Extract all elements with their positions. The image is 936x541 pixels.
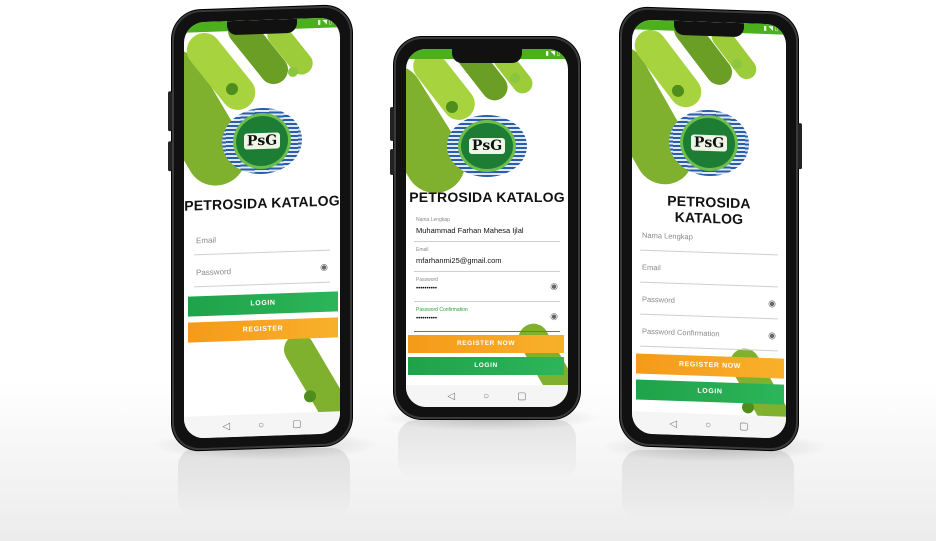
email-field[interactable]: Email xyxy=(640,253,778,288)
status-icons: ▮ ◥ ▯ xyxy=(545,51,560,57)
power-button xyxy=(390,149,394,175)
status-icons: ▮ ◥ ▯ xyxy=(763,25,778,33)
power-button xyxy=(798,123,802,170)
decor-dot xyxy=(510,73,520,83)
eye-icon[interactable]: ◉ xyxy=(320,262,328,273)
app-title: PETROSIDA KATALOG xyxy=(184,192,340,214)
password-confirmation-field[interactable]: Password Confirmation •••••••••• ◉ xyxy=(414,305,560,332)
back-icon[interactable]: ◁ xyxy=(447,391,455,402)
fullname-placeholder: Nama Lengkap xyxy=(642,230,693,242)
password-confirmation-label: Password Confirmation xyxy=(416,307,468,313)
password-label: Password xyxy=(416,277,438,283)
android-nav-bar: ◁ ○ ▢ xyxy=(184,411,340,439)
password-field[interactable]: Password •••••••••• ◉ xyxy=(414,275,560,302)
power-button xyxy=(168,141,172,172)
recent-apps-icon[interactable]: ▢ xyxy=(739,421,748,432)
eye-icon[interactable]: ◉ xyxy=(768,330,776,341)
login-button[interactable]: LOGIN xyxy=(636,379,784,405)
app-title: PETROSIDA KATALOG xyxy=(409,189,565,205)
login-screen: ▮ ◥ ▯ PsG PETROSIDA KATALOG Email Passwo… xyxy=(184,17,340,439)
petrosida-logo: PsG xyxy=(447,115,527,177)
home-icon[interactable]: ○ xyxy=(258,419,264,430)
password-field[interactable]: Password ◉ xyxy=(640,285,778,320)
fullname-field[interactable]: Nama Lengkap Muhammad Farhan Mahesa Ijla… xyxy=(414,215,560,242)
email-label: Email xyxy=(416,247,429,253)
phone-register-filled: ▮ ◥ ▯ PsG PETROSIDA KATALOG Nama Lengkap… xyxy=(390,37,580,419)
phone-login: ▮ ◥ ▯ PsG PETROSIDA KATALOG Email Passwo… xyxy=(168,4,352,452)
eye-icon[interactable]: ◉ xyxy=(550,281,558,292)
login-button[interactable]: LOGIN xyxy=(188,291,338,317)
password-field[interactable]: Password ◉ xyxy=(194,255,330,288)
email-value: mfarhanmi25@gmail.com xyxy=(416,256,502,265)
password-placeholder: Password xyxy=(196,267,232,278)
petrosida-logo: PsG xyxy=(669,108,749,178)
register-now-button[interactable]: REGISTER NOW xyxy=(636,353,784,379)
petrosida-logo: PsG xyxy=(222,106,302,176)
reflection-left xyxy=(178,448,350,518)
password-value: •••••••••• xyxy=(416,286,438,292)
register-empty-screen: ▮ ◥ ▯ PsG PETROSIDA KATALOG Nama Lengkap… xyxy=(632,19,786,439)
decor-dot xyxy=(732,58,742,70)
back-icon[interactable]: ◁ xyxy=(222,421,230,432)
email-placeholder: Email xyxy=(642,262,661,273)
decor-dot xyxy=(288,66,298,78)
reflection-right xyxy=(622,450,794,520)
password-confirmation-field[interactable]: Password Confirmation ◉ xyxy=(640,317,778,352)
decor-dot xyxy=(446,101,458,113)
notch xyxy=(227,18,297,36)
register-filled-screen: ▮ ◥ ▯ PsG PETROSIDA KATALOG Nama Lengkap… xyxy=(406,49,568,407)
android-nav-bar: ◁ ○ ▢ xyxy=(406,385,568,407)
volume-button xyxy=(168,91,172,132)
password-placeholder: Password xyxy=(642,294,675,305)
recent-apps-icon[interactable]: ▢ xyxy=(517,391,526,402)
eye-icon[interactable]: ◉ xyxy=(768,298,776,309)
email-placeholder: Email xyxy=(196,235,217,246)
register-now-button[interactable]: REGISTER NOW xyxy=(408,335,564,353)
email-field[interactable]: Email mfarhanmi25@gmail.com xyxy=(414,245,560,272)
recent-apps-icon[interactable]: ▢ xyxy=(292,418,301,429)
volume-button xyxy=(390,107,394,141)
home-icon[interactable]: ○ xyxy=(705,419,711,430)
password-confirmation-placeholder: Password Confirmation xyxy=(642,326,720,339)
password-confirmation-value: •••••••••• xyxy=(416,316,438,322)
back-icon[interactable]: ◁ xyxy=(669,418,677,429)
fullname-value: Muhammad Farhan Mahesa Ijlal xyxy=(416,226,524,235)
home-icon[interactable]: ○ xyxy=(483,391,489,402)
eye-icon[interactable]: ◉ xyxy=(550,311,558,322)
notch xyxy=(452,49,522,63)
decor-dot xyxy=(672,84,684,98)
reflection-middle xyxy=(398,420,576,480)
notch xyxy=(674,20,744,38)
fullname-field[interactable]: Nama Lengkap xyxy=(640,221,778,256)
email-field[interactable]: Email xyxy=(194,223,330,256)
register-button[interactable]: REGISTER xyxy=(188,317,338,343)
fullname-label: Nama Lengkap xyxy=(416,217,450,223)
login-button[interactable]: LOGIN xyxy=(408,357,564,375)
status-icons: ▮ ◥ ▯ xyxy=(317,19,332,27)
android-nav-bar: ◁ ○ ▢ xyxy=(632,411,786,439)
phone-register-empty: ▮ ◥ ▯ PsG PETROSIDA KATALOG Nama Lengkap… xyxy=(620,6,802,452)
